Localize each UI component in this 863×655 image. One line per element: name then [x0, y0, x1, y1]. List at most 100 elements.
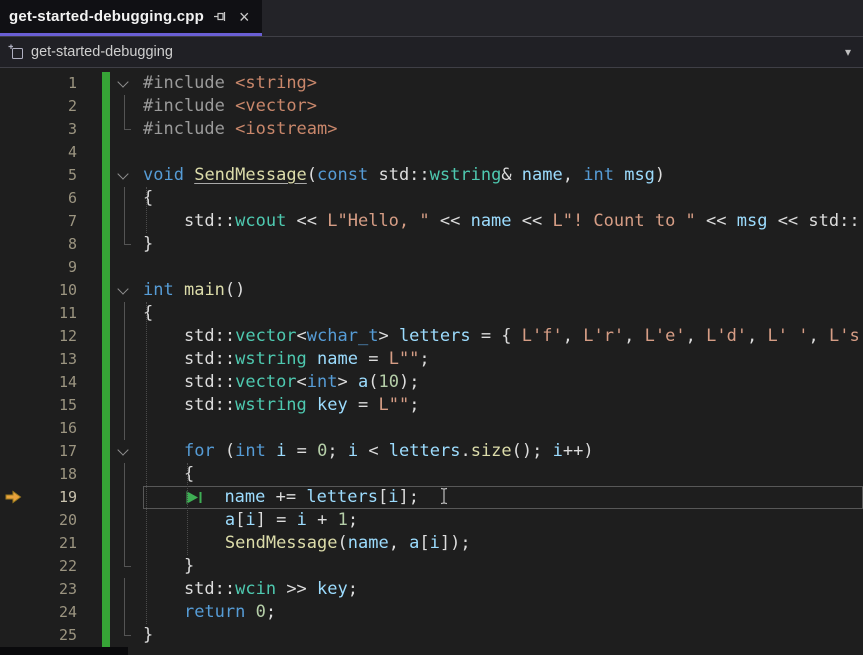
code-text[interactable]: #include <iostream>: [143, 118, 863, 141]
breakpoint-margin[interactable]: [0, 394, 30, 417]
code-text[interactable]: name += letters[i];: [143, 486, 863, 509]
code-line[interactable]: 3 #include <iostream>: [0, 118, 863, 141]
code-text[interactable]: int main(): [143, 279, 863, 302]
code-editor[interactable]: 1#include <string>2 #include <vector> 3 #in…: [0, 68, 863, 655]
breakpoint-margin[interactable]: [0, 371, 30, 394]
outline-margin[interactable]: [80, 302, 143, 325]
line-number[interactable]: 23: [30, 578, 80, 601]
line-number[interactable]: 3: [30, 118, 80, 141]
breakpoint-margin[interactable]: [0, 256, 30, 279]
breakpoint-margin[interactable]: [0, 578, 30, 601]
code-text[interactable]: std::wcin >> key;: [143, 578, 863, 601]
breakpoint-margin[interactable]: [0, 233, 30, 256]
breakpoint-margin[interactable]: [0, 95, 30, 118]
line-number[interactable]: 19: [30, 486, 80, 509]
code-line[interactable]: 2 #include <vector>: [0, 95, 863, 118]
pin-icon[interactable]: [213, 9, 228, 24]
code-text[interactable]: }: [143, 233, 863, 256]
breakpoint-margin[interactable]: [0, 440, 30, 463]
outline-margin[interactable]: [80, 394, 143, 417]
breakpoint-margin[interactable]: [0, 72, 30, 95]
code-text[interactable]: for (int i = 0; i < letters.size(); i++): [143, 440, 863, 463]
breakpoint-margin[interactable]: [0, 279, 30, 302]
code-line[interactable]: 13 std::wstring name = L"";: [0, 348, 863, 371]
breakpoint-margin[interactable]: [0, 348, 30, 371]
fold-collapse-icon[interactable]: [117, 168, 128, 179]
outline-margin[interactable]: [80, 532, 143, 555]
outline-margin[interactable]: [80, 325, 143, 348]
outline-margin[interactable]: [80, 164, 143, 187]
line-number[interactable]: 16: [30, 417, 80, 440]
code-text[interactable]: std::wstring key = L"";: [143, 394, 863, 417]
tab-get-started-debugging[interactable]: get-started-debugging.cpp ×: [0, 0, 262, 36]
line-number[interactable]: 13: [30, 348, 80, 371]
code-text[interactable]: std::vector<wchar_t> letters = { L'f', L…: [143, 325, 863, 348]
breakpoint-margin[interactable]: [0, 463, 30, 486]
line-number[interactable]: 2: [30, 95, 80, 118]
outline-margin[interactable]: [80, 118, 143, 141]
code-text[interactable]: a[i] = i + 1;: [143, 509, 863, 532]
code-line[interactable]: 25}: [0, 624, 863, 647]
breakpoint-margin[interactable]: [0, 141, 30, 164]
breakpoint-margin[interactable]: [0, 118, 30, 141]
code-line[interactable]: 23 std::wcin >> key;: [0, 578, 863, 601]
line-number[interactable]: 11: [30, 302, 80, 325]
outline-margin[interactable]: [80, 72, 143, 95]
code-line[interactable]: 4: [0, 141, 863, 164]
close-icon[interactable]: ×: [237, 8, 252, 26]
code-text[interactable]: [143, 417, 863, 440]
code-line[interactable]: 20 a[i] = i + 1;: [0, 509, 863, 532]
line-number[interactable]: 5: [30, 164, 80, 187]
line-number[interactable]: 24: [30, 601, 80, 624]
line-number[interactable]: 18: [30, 463, 80, 486]
breakpoint-margin[interactable]: [0, 417, 30, 440]
code-line[interactable]: 9: [0, 256, 863, 279]
fold-collapse-icon[interactable]: [117, 283, 128, 294]
outline-margin[interactable]: [80, 417, 143, 440]
line-number[interactable]: 9: [30, 256, 80, 279]
code-line[interactable]: 16: [0, 417, 863, 440]
line-number[interactable]: 10: [30, 279, 80, 302]
code-line[interactable]: 19 name += letters[i];: [0, 486, 863, 509]
code-text[interactable]: SendMessage(name, a[i]);: [143, 532, 863, 555]
code-text[interactable]: [143, 141, 863, 164]
code-text[interactable]: std::wstring name = L"";: [143, 348, 863, 371]
code-line[interactable]: 12 std::vector<wchar_t> letters = { L'f'…: [0, 325, 863, 348]
line-number[interactable]: 12: [30, 325, 80, 348]
line-number[interactable]: 8: [30, 233, 80, 256]
code-line[interactable]: 18 {: [0, 463, 863, 486]
outline-margin[interactable]: [80, 371, 143, 394]
line-number[interactable]: 6: [30, 187, 80, 210]
navigation-scope[interactable]: get-started-debugging: [31, 44, 173, 60]
line-number[interactable]: 4: [30, 141, 80, 164]
outline-margin[interactable]: [80, 95, 143, 118]
chevron-down-icon[interactable]: ▾: [841, 45, 855, 59]
breakpoint-margin[interactable]: [0, 555, 30, 578]
breakpoint-margin[interactable]: [0, 187, 30, 210]
fold-collapse-icon[interactable]: [117, 444, 128, 455]
code-line[interactable]: 5void SendMessage(const std::wstring& na…: [0, 164, 863, 187]
code-text[interactable]: [143, 256, 863, 279]
code-line[interactable]: 15 std::wstring key = L"";: [0, 394, 863, 417]
breakpoint-margin[interactable]: [0, 532, 30, 555]
line-number[interactable]: 21: [30, 532, 80, 555]
outline-margin[interactable]: [80, 578, 143, 601]
code-line[interactable]: 7 std::wcout << L"Hello, " << name << L"…: [0, 210, 863, 233]
outline-margin[interactable]: [80, 440, 143, 463]
code-line[interactable]: 1#include <string>: [0, 72, 863, 95]
code-text[interactable]: {: [143, 302, 863, 325]
line-number[interactable]: 20: [30, 509, 80, 532]
breakpoint-margin[interactable]: [0, 624, 30, 647]
outline-margin[interactable]: [80, 463, 143, 486]
outline-margin[interactable]: [80, 509, 143, 532]
code-text[interactable]: }: [143, 555, 863, 578]
code-text[interactable]: }: [143, 624, 863, 647]
code-line[interactable]: 10 int main(): [0, 279, 863, 302]
code-text[interactable]: #include <vector>: [143, 95, 863, 118]
outline-margin[interactable]: [80, 601, 143, 624]
code-line[interactable]: 8}: [0, 233, 863, 256]
outline-margin[interactable]: [80, 187, 143, 210]
breakpoint-margin[interactable]: [0, 486, 30, 509]
navigation-bar[interactable]: get-started-debugging ▾: [0, 36, 863, 68]
code-text[interactable]: std::vector<int> a(10);: [143, 371, 863, 394]
